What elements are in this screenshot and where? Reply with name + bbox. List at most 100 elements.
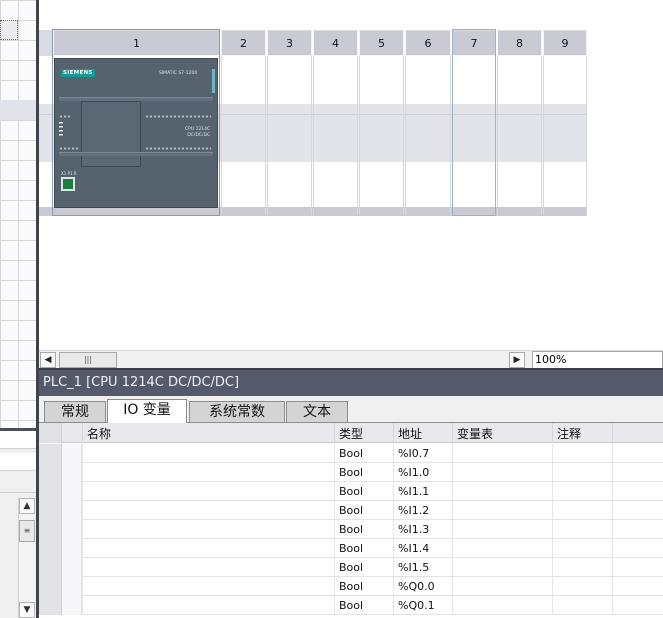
cell-type[interactable]: Bool bbox=[334, 596, 393, 615]
row-selector[interactable] bbox=[39, 577, 62, 596]
cell-name[interactable] bbox=[82, 577, 334, 596]
slot-header-2[interactable]: 2 bbox=[221, 30, 266, 56]
column-header-address[interactable]: 地址 bbox=[393, 423, 452, 443]
zoom-level-field[interactable]: 100% bbox=[532, 351, 663, 369]
row-selector[interactable] bbox=[39, 482, 62, 501]
slot-9[interactable] bbox=[543, 56, 587, 215]
slot-6[interactable] bbox=[405, 56, 451, 215]
scroll-left-icon[interactable]: ◀ bbox=[40, 352, 56, 368]
column-header-comment[interactable]: 注释 bbox=[552, 423, 612, 443]
table-row[interactable]: Bool %Q0.1 bbox=[39, 596, 663, 615]
list-item[interactable] bbox=[0, 475, 36, 493]
table-row[interactable]: Bool %I1.5 bbox=[39, 558, 663, 577]
tab-texts[interactable]: 文本 bbox=[286, 401, 348, 422]
row-selector[interactable] bbox=[39, 539, 62, 558]
cell-comment[interactable] bbox=[552, 444, 612, 463]
table-row[interactable]: Bool %I1.0 bbox=[39, 463, 663, 482]
device-view-canvas[interactable]: 123456789 SIEMENS SIMATIC S7-1200 CPU 12… bbox=[39, 0, 663, 350]
cell-address[interactable]: %I1.2 bbox=[393, 501, 452, 520]
cell-name[interactable] bbox=[82, 520, 334, 539]
row-selector[interactable] bbox=[39, 444, 62, 463]
cell-type[interactable]: Bool bbox=[334, 444, 393, 463]
table-row[interactable]: Bool %I0.7 bbox=[39, 444, 663, 463]
left-vertical-scrollbar[interactable]: ▲ ≡ ▼ bbox=[18, 498, 35, 618]
cell-name[interactable] bbox=[82, 539, 334, 558]
cell-comment[interactable] bbox=[552, 558, 612, 577]
table-row[interactable]: Bool %Q0.0 bbox=[39, 577, 663, 596]
left-pane-focused-cell[interactable] bbox=[0, 20, 18, 40]
cell-address[interactable]: %I0.7 bbox=[393, 444, 452, 463]
scroll-up-icon[interactable]: ▲ bbox=[19, 498, 35, 514]
row-selector[interactable] bbox=[39, 558, 62, 577]
tab-io-tags[interactable]: IO 变量 bbox=[107, 399, 187, 423]
scroll-right-icon[interactable]: ▶ bbox=[509, 352, 525, 368]
column-header-name[interactable]: 名称 bbox=[82, 423, 334, 443]
row-selector[interactable] bbox=[39, 520, 62, 539]
tab-system-constants[interactable]: 系统常数 bbox=[189, 401, 285, 422]
slot-header-9[interactable]: 9 bbox=[543, 30, 587, 56]
cell-tag-table[interactable] bbox=[452, 539, 552, 558]
cell-type[interactable]: Bool bbox=[334, 482, 393, 501]
cell-name[interactable] bbox=[82, 501, 334, 520]
cell-address[interactable]: %I1.1 bbox=[393, 482, 452, 501]
slot-5[interactable] bbox=[359, 56, 404, 215]
column-header-type[interactable]: 类型 bbox=[334, 423, 393, 443]
cell-type[interactable]: Bool bbox=[334, 539, 393, 558]
cell-tag-table[interactable] bbox=[452, 444, 552, 463]
table-row[interactable]: Bool %I1.4 bbox=[39, 539, 663, 558]
cell-tag-table[interactable] bbox=[452, 520, 552, 539]
tab-general[interactable]: 常规 bbox=[44, 401, 106, 422]
cell-name[interactable] bbox=[82, 482, 334, 501]
cell-tag-table[interactable] bbox=[452, 577, 552, 596]
slot-header-4[interactable]: 4 bbox=[313, 30, 358, 56]
cell-address[interactable]: %I1.5 bbox=[393, 558, 452, 577]
cell-name[interactable] bbox=[82, 463, 334, 482]
cell-type[interactable]: Bool bbox=[334, 501, 393, 520]
cell-comment[interactable] bbox=[552, 501, 612, 520]
cell-comment[interactable] bbox=[552, 482, 612, 501]
row-selector[interactable] bbox=[39, 463, 62, 482]
cell-name[interactable] bbox=[82, 444, 334, 463]
ethernet-port-icon[interactable] bbox=[61, 177, 75, 191]
column-header-tag-table[interactable]: 变量表 bbox=[452, 423, 552, 443]
cell-type[interactable]: Bool bbox=[334, 463, 393, 482]
cell-address[interactable]: %I1.4 bbox=[393, 539, 452, 558]
table-row[interactable]: Bool %I1.2 bbox=[39, 501, 663, 520]
cell-type[interactable]: Bool bbox=[334, 558, 393, 577]
cell-tag-table[interactable] bbox=[452, 596, 552, 615]
list-item[interactable] bbox=[0, 453, 36, 471]
cell-address[interactable]: %I1.0 bbox=[393, 463, 452, 482]
slot-header-6[interactable]: 6 bbox=[405, 30, 451, 56]
cell-comment[interactable] bbox=[552, 577, 612, 596]
cell-tag-table[interactable] bbox=[452, 558, 552, 577]
table-row[interactable]: Bool %I1.3 bbox=[39, 520, 663, 539]
list-item[interactable] bbox=[0, 431, 36, 449]
table-row[interactable]: Bool %I1.1 bbox=[39, 482, 663, 501]
row-selector[interactable] bbox=[39, 596, 62, 615]
scroll-down-icon[interactable]: ▼ bbox=[19, 602, 35, 618]
row-selector[interactable] bbox=[39, 501, 62, 520]
slot-2[interactable] bbox=[221, 56, 266, 215]
cell-tag-table[interactable] bbox=[452, 463, 552, 482]
cell-comment[interactable] bbox=[552, 520, 612, 539]
slot-8[interactable] bbox=[497, 56, 542, 215]
cell-comment[interactable] bbox=[552, 463, 612, 482]
cell-address[interactable]: %Q0.1 bbox=[393, 596, 452, 615]
cell-address[interactable]: %I1.3 bbox=[393, 520, 452, 539]
cell-name[interactable] bbox=[82, 596, 334, 615]
cell-comment[interactable] bbox=[552, 596, 612, 615]
slot-header-8[interactable]: 8 bbox=[497, 30, 542, 56]
cell-name[interactable] bbox=[82, 558, 334, 577]
plc-cpu-module[interactable]: SIEMENS SIMATIC S7-1200 CPU 1214C DC/DC/… bbox=[54, 58, 218, 208]
cell-type[interactable]: Bool bbox=[334, 577, 393, 596]
cell-tag-table[interactable] bbox=[452, 482, 552, 501]
cell-type[interactable]: Bool bbox=[334, 520, 393, 539]
canvas-horizontal-scrollbar[interactable]: ◀ ||| ▶ 100% bbox=[39, 350, 663, 369]
slot-header-5[interactable]: 5 bbox=[359, 30, 404, 56]
cell-address[interactable]: %Q0.0 bbox=[393, 577, 452, 596]
slot-header-3[interactable]: 3 bbox=[267, 30, 312, 56]
slot-4[interactable] bbox=[313, 56, 358, 215]
scroll-thumb[interactable]: ||| bbox=[59, 352, 117, 368]
cell-tag-table[interactable] bbox=[452, 501, 552, 520]
scroll-thumb-grip-icon[interactable]: ≡ bbox=[19, 520, 35, 542]
